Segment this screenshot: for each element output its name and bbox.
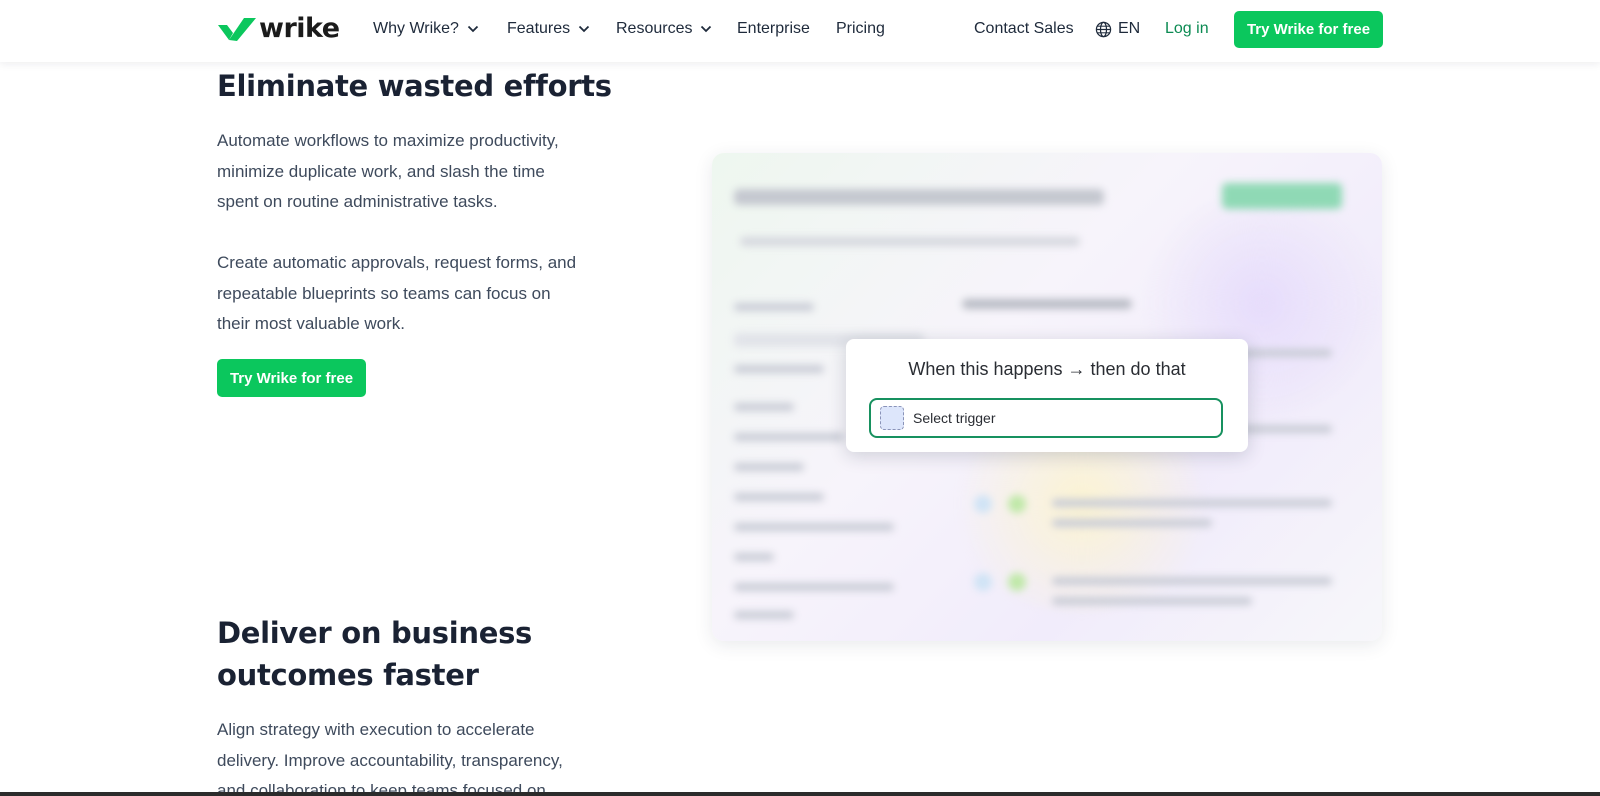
globe-icon	[1095, 21, 1112, 38]
section-title: Eliminate wasted efforts	[217, 69, 612, 103]
nav-label: Why Wrike?	[373, 20, 459, 37]
chevron-down-icon	[700, 25, 712, 33]
window-bottom-edge	[0, 792, 1600, 796]
nav-features[interactable]: Features	[507, 0, 590, 58]
section-paragraph-2: Create automatic approvals, request form…	[217, 253, 577, 333]
language-selector[interactable]: EN	[1095, 0, 1140, 58]
login-link[interactable]: Log in	[1165, 0, 1209, 58]
popup-title: When this happens → then do that	[908, 359, 1186, 379]
nav-label: Pricing	[836, 20, 885, 37]
chevron-down-icon	[578, 25, 590, 33]
section-title-2: Deliver on business outcomes faster	[217, 616, 532, 692]
nav-enterprise[interactable]: Enterprise	[737, 0, 810, 58]
language-label: EN	[1118, 20, 1141, 37]
nav-resources[interactable]: Resources	[616, 0, 712, 58]
trigger-placeholder-icon	[880, 406, 904, 430]
brand-name: wrike	[259, 13, 340, 44]
nav-pricing[interactable]: Pricing	[836, 0, 885, 58]
nav-why-wrike[interactable]: Why Wrike?	[373, 0, 479, 58]
wrike-check-icon	[218, 18, 256, 41]
site-header: wrike Why Wrike? Features Resources Ente…	[0, 0, 1600, 62]
section-try-free-button[interactable]: Try Wrike for free	[217, 359, 366, 397]
wrike-logo[interactable]: wrike	[217, 14, 340, 44]
chevron-down-icon	[467, 25, 479, 33]
nav-label: Resources	[616, 20, 693, 37]
section2-paragraph: Align strategy with execution to acceler…	[217, 720, 563, 796]
nav-label: Features	[507, 20, 571, 37]
trigger-label: Select trigger	[913, 410, 996, 426]
automation-rule-popup: When this happens → then do that Select …	[846, 339, 1248, 452]
contact-sales-label: Contact Sales	[974, 20, 1074, 37]
login-label: Log in	[1165, 20, 1209, 37]
header-try-free-button[interactable]: Try Wrike for free	[1234, 11, 1383, 48]
select-trigger-field[interactable]: Select trigger	[869, 398, 1223, 438]
nav-label: Enterprise	[737, 20, 810, 37]
contact-sales-link[interactable]: Contact Sales	[974, 0, 1074, 58]
section-paragraph-1: Automate workflows to maximize productiv…	[217, 131, 559, 211]
